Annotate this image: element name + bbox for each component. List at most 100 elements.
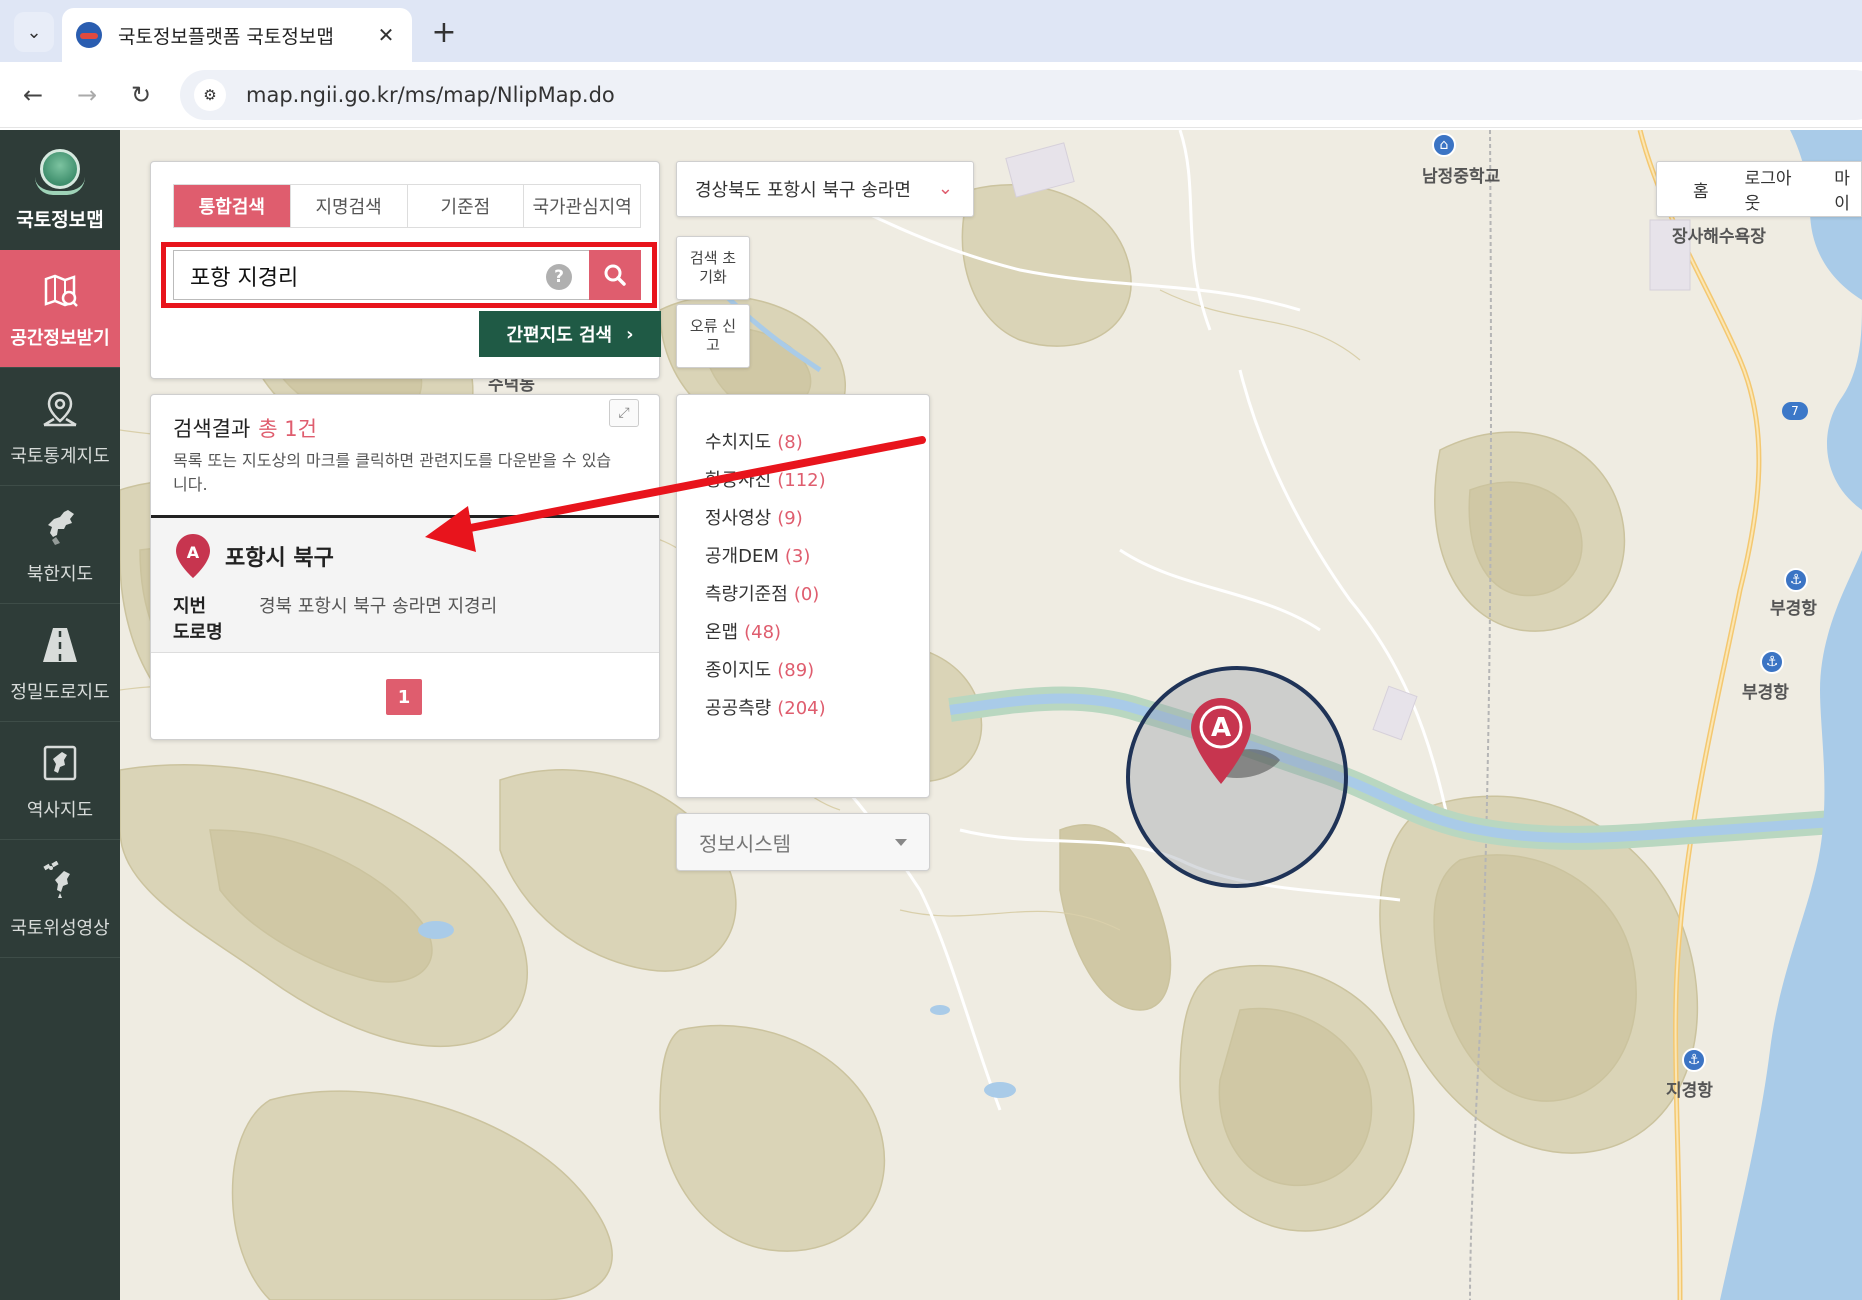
sidebar-item-precise-road[interactable]: 정밀도로지도 xyxy=(0,604,120,722)
chevron-right-icon: › xyxy=(626,323,634,345)
map-label-school: 남정중학교 xyxy=(1422,167,1501,187)
category-survey-point[interactable]: 측량기준점 (0) xyxy=(705,580,819,606)
category-onmap[interactable]: 온맵 (48) xyxy=(705,618,781,644)
category-count: (48) xyxy=(744,622,782,643)
tab-search-button[interactable]: ⌄ xyxy=(14,12,54,52)
result-marker-letter: A xyxy=(187,543,200,562)
error-report-button[interactable]: 오류 신고 xyxy=(676,304,750,368)
category-public-dem[interactable]: 공개DEM (3) xyxy=(705,542,810,568)
category-label: 종이지도 xyxy=(705,660,772,681)
category-count: (0) xyxy=(793,584,820,605)
north-korea-icon xyxy=(37,504,83,550)
category-count: (9) xyxy=(777,508,803,529)
sidebar-item-label: 국토통계지도 xyxy=(10,445,110,467)
map-label-beach: 장사해수욕장 xyxy=(1672,227,1766,247)
sidebar-item-spatial-download[interactable]: 공간정보받기 xyxy=(0,250,120,368)
anchor-icon: ⚓ xyxy=(1760,650,1784,674)
results-title: 검색결과 총 1건 xyxy=(173,413,317,443)
category-count: (112) xyxy=(777,470,826,491)
category-label: 수치지도 xyxy=(705,432,772,453)
brand-logo[interactable]: 국토정보맵 xyxy=(0,130,120,250)
sidebar-item-history-map[interactable]: 역사지도 xyxy=(0,722,120,840)
category-count: (89) xyxy=(777,660,815,681)
results-title-text: 검색결과 xyxy=(173,417,251,441)
browser-tab-bar: ⌄ 국토정보플랫폼 국토정보맵 ✕ + xyxy=(0,0,1862,62)
mypage-link[interactable]: 마이 xyxy=(1834,164,1861,214)
sidebar-item-label: 국토위성영상 xyxy=(10,917,110,939)
category-ortho-image[interactable]: 정사영상 (9) xyxy=(705,504,803,530)
satellite-icon xyxy=(37,858,83,904)
expand-icon[interactable]: ⤢ xyxy=(609,399,639,427)
caret-down-icon xyxy=(895,839,907,846)
results-count: 총 1건 xyxy=(258,417,317,441)
quick-search-label: 간편지도 검색 xyxy=(506,325,613,346)
route-badge: 7 xyxy=(1782,402,1808,420)
pagination-page-1[interactable]: 1 xyxy=(386,679,422,715)
category-public-survey[interactable]: 공공측량 (204) xyxy=(705,694,826,720)
region-select[interactable]: 경상북도 포항시 북구 송라면 ⌄ xyxy=(676,161,974,217)
anchor-icon: ⚓ xyxy=(1784,568,1808,592)
map-label-port: 부경항 xyxy=(1770,599,1817,619)
result-marker-icon: A xyxy=(176,534,210,578)
category-aerial-photo[interactable]: 항공사진 (112) xyxy=(705,466,826,492)
result-name[interactable]: 포항시 북구 xyxy=(225,540,334,572)
sidebar: 국토정보맵 공간정보받기 국토통계지도 북한지도 정밀도로지도 역사지도 국토위… xyxy=(0,130,120,1300)
home-link[interactable]: 홈 xyxy=(1693,177,1709,202)
map-label-port: 부경항 xyxy=(1742,683,1789,703)
sidebar-item-label: 공간정보받기 xyxy=(10,327,110,349)
category-label: 온맵 xyxy=(705,622,739,643)
logout-link[interactable]: 로그아웃 xyxy=(1745,164,1799,214)
tab-title: 국토정보플랫폼 국토정보맵 xyxy=(118,25,334,48)
chevron-down-icon: ⌄ xyxy=(937,178,953,199)
school-icon: ⌂ xyxy=(1432,133,1456,157)
tab-control-point[interactable]: 기준점 xyxy=(407,185,525,227)
quick-map-search-button[interactable]: 간편지도 검색 › xyxy=(479,311,661,357)
search-panel: 통합검색 지명검색 기준점 국가관심지역 ? 간편지도 검색 › xyxy=(150,161,661,379)
forward-arrow-icon[interactable]: → xyxy=(68,76,106,114)
category-count: (204) xyxy=(777,698,826,719)
site-favicon-icon xyxy=(76,22,102,48)
search-reset-button[interactable]: 검색 초기화 xyxy=(676,236,750,300)
site-info-icon[interactable]: ⚙ xyxy=(194,79,226,111)
map-label-port: 지경항 xyxy=(1666,1081,1713,1101)
category-label: 항공사진 xyxy=(705,470,772,491)
map-download-icon xyxy=(37,268,83,314)
chevron-down-icon: ⌄ xyxy=(26,21,42,43)
browser-tab[interactable]: 국토정보플랫폼 국토정보맵 ✕ xyxy=(62,8,412,62)
category-count: (3) xyxy=(784,546,811,567)
road-address-label: 도로명 xyxy=(173,622,223,643)
category-label: 측량기준점 xyxy=(705,584,788,605)
category-label: 공개DEM xyxy=(705,546,779,567)
sidebar-item-stats-map[interactable]: 국토통계지도 xyxy=(0,368,120,486)
region-select-value: 경상북도 포항시 북구 송라면 xyxy=(695,180,911,201)
map-marker-a-icon[interactable]: A xyxy=(1188,696,1254,788)
address-bar[interactable]: ⚙ map.ngii.go.kr/ms/map/NlipMap.do xyxy=(180,70,1862,120)
back-arrow-icon[interactable]: ← xyxy=(14,76,52,114)
tab-place-search[interactable]: 지명검색 xyxy=(290,185,408,227)
search-tabs: 통합검색 지명검색 기준점 국가관심지역 xyxy=(173,184,641,228)
tab-national-interest[interactable]: 국가관심지역 xyxy=(524,185,640,227)
browser-toolbar: ← → ↻ ⚙ map.ngii.go.kr/ms/map/NlipMap.do xyxy=(0,62,1862,128)
tab-integrated-search[interactable]: 통합검색 xyxy=(174,185,291,227)
category-paper-map[interactable]: 종이지도 (89) xyxy=(705,656,814,682)
result-item[interactable]: A 포항시 북구 지번 도로명 경북 포항시 북구 송라면 지경리 xyxy=(151,515,659,653)
sidebar-item-label: 역사지도 xyxy=(26,799,94,821)
anchor-icon: ⚓ xyxy=(1682,1048,1706,1072)
category-label: 공공측량 xyxy=(705,698,772,719)
results-panel: 검색결과 총 1건 ⤢ 목록 또는 지도상의 마크를 클릭하면 관련지도를 다운받… xyxy=(150,394,660,740)
sidebar-item-label: 정밀도로지도 xyxy=(10,681,110,703)
tab-close-icon[interactable]: ✕ xyxy=(374,23,398,47)
info-system-value: 정보시스템 xyxy=(699,831,791,856)
reload-icon[interactable]: ↻ xyxy=(122,76,160,114)
annotation-highlight-box xyxy=(161,242,657,308)
category-digital-map[interactable]: 수치지도 (8) xyxy=(705,428,803,454)
sidebar-item-north-korea[interactable]: 북한지도 xyxy=(0,486,120,604)
sidebar-item-label: 북한지도 xyxy=(26,563,94,585)
map-marker-letter: A xyxy=(1211,713,1231,743)
globe-logo-icon xyxy=(35,148,85,197)
address-url[interactable]: map.ngii.go.kr/ms/map/NlipMap.do xyxy=(246,83,615,107)
info-system-select[interactable]: 정보시스템 xyxy=(676,813,930,871)
brand-label: 국토정보맵 xyxy=(16,208,104,231)
sidebar-item-satellite[interactable]: 국토위성영상 xyxy=(0,840,120,958)
new-tab-button[interactable]: + xyxy=(424,12,464,52)
